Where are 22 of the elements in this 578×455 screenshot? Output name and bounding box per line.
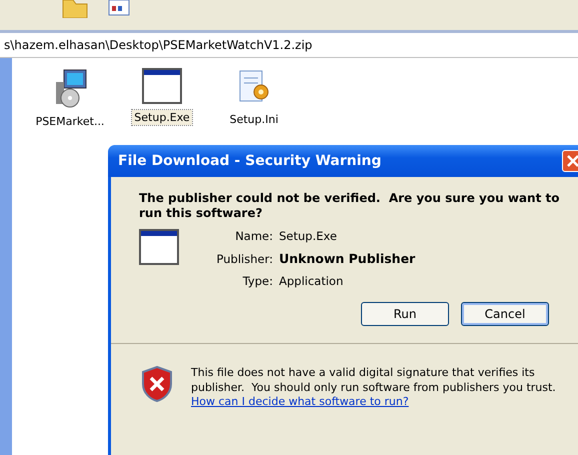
field-label: Name: xyxy=(234,229,273,243)
close-button[interactable] xyxy=(562,150,578,172)
file-name[interactable]: Setup.Ini xyxy=(228,112,280,127)
file-name[interactable]: PSEMarket... xyxy=(34,114,106,129)
shield-x-icon xyxy=(141,366,173,402)
field-label: Type: xyxy=(242,274,273,288)
field-label: Publisher: xyxy=(216,252,273,266)
field-value: Setup.Exe xyxy=(279,229,338,243)
help-link[interactable]: How can I decide what software to run? xyxy=(191,395,409,408)
folder-icon[interactable] xyxy=(62,0,88,18)
window-icon xyxy=(139,229,179,265)
dialog-button[interactable]: Run xyxy=(361,302,449,326)
address-path: s\hazem.elhasan\Desktop\PSEMarketWatchV1.2.zip xyxy=(0,33,578,58)
dialog-button[interactable]: Cancel xyxy=(461,302,549,326)
views-icon[interactable] xyxy=(108,0,130,16)
window-icon xyxy=(142,68,182,104)
window-title: File Download - Security Warning xyxy=(118,153,382,169)
warning-text: This file does not have a valid digital signature that verifies its publisher. You should only run software from publishers you trust. How can I decide what software to run? xyxy=(191,366,557,410)
question-text: The publisher could not be verified. Are you sure you want to run this software? xyxy=(139,191,560,221)
field-value: Unknown Publisher xyxy=(279,251,416,266)
field-value: Application xyxy=(279,274,344,288)
file-name[interactable]: Setup.Exe xyxy=(132,110,192,125)
